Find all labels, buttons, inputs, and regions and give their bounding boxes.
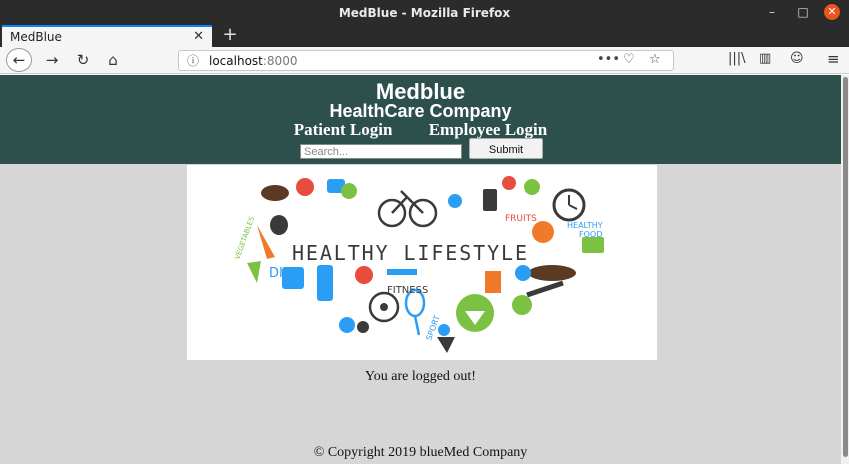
- back-arrow-icon[interactable]: ←: [6, 48, 32, 72]
- url-port: :8000: [262, 54, 298, 68]
- minimize-icon[interactable]: –: [764, 4, 780, 20]
- scrollbar-thumb[interactable]: [843, 77, 848, 457]
- maximize-icon[interactable]: □: [795, 4, 811, 20]
- nav-toolbar: ← → ↻ ⌂ ⓘ localhost:8000 ••• ♡ ☆ |||\ ▥ …: [0, 47, 849, 74]
- forward-arrow-icon[interactable]: →: [40, 49, 64, 71]
- url-bar[interactable]: ⓘ localhost:8000 ••• ♡ ☆: [178, 50, 674, 71]
- url-host: localhost: [209, 54, 263, 68]
- hamburger-menu-icon[interactable]: ≡: [827, 50, 840, 68]
- tab-title: MedBlue: [10, 30, 62, 44]
- library-icon[interactable]: |||\: [728, 51, 746, 66]
- tab-medblue[interactable]: MedBlue ✕: [2, 25, 212, 47]
- page-viewport: Medblue HealthCare Company Patient Login…: [0, 75, 841, 464]
- hero-fruits-text: FRUITS: [505, 214, 537, 224]
- url-text[interactable]: localhost:8000: [209, 54, 297, 68]
- healthy-lifestyle-illustration: HEALTHY LIFESTYLE DIET FITNESS FRUITS HE…: [233, 176, 604, 353]
- pocket-icon[interactable]: ♡: [623, 52, 635, 67]
- site-header: Medblue HealthCare Company Patient Login…: [0, 75, 841, 164]
- submit-button[interactable]: Submit: [469, 138, 543, 159]
- site-info-icon[interactable]: ⓘ: [187, 52, 199, 69]
- hero-vegetables-text: VEGETABLES: [233, 215, 256, 261]
- hero-food-text: FOOD: [579, 230, 602, 239]
- sidebar-icon[interactable]: ▥: [759, 51, 771, 66]
- bookmark-star-icon[interactable]: ☆: [649, 52, 661, 67]
- logout-status-message: You are logged out!: [365, 369, 476, 384]
- hero-diet-text: DIET: [269, 266, 299, 281]
- close-window-icon[interactable]: ✕: [824, 4, 840, 20]
- page-scrollbar[interactable]: [841, 75, 849, 464]
- employee-login-link[interactable]: Employee Login: [429, 120, 548, 139]
- account-icon[interactable]: ☺: [790, 51, 804, 66]
- patient-login-link[interactable]: Patient Login: [294, 120, 393, 139]
- tab-strip: MedBlue ✕ +: [0, 25, 849, 47]
- search-input[interactable]: [300, 144, 462, 159]
- footer-copyright: © Copyright 2019 blueMed Company: [313, 445, 528, 460]
- hero-healthy-text: HEALTHY: [567, 221, 603, 230]
- reload-icon[interactable]: ↻: [71, 49, 95, 71]
- home-icon[interactable]: ⌂: [101, 49, 125, 71]
- new-tab-icon[interactable]: +: [220, 25, 240, 47]
- hero-fitness-text: FITNESS: [387, 285, 428, 296]
- window-titlebar: MedBlue - Mozilla Firefox – □ ✕: [0, 0, 849, 25]
- login-links: Patient Login Employee Login: [0, 120, 841, 140]
- tab-close-icon[interactable]: ✕: [193, 29, 204, 44]
- site-tagline: HealthCare Company: [329, 101, 512, 121]
- window-title: MedBlue - Mozilla Firefox: [338, 6, 511, 20]
- healthy-lifestyle-image: HEALTHY LIFESTYLE DIET FITNESS FRUITS HE…: [187, 165, 657, 360]
- hero-main-text: HEALTHY LIFESTYLE: [292, 241, 527, 265]
- page-actions-icon[interactable]: •••: [597, 52, 620, 67]
